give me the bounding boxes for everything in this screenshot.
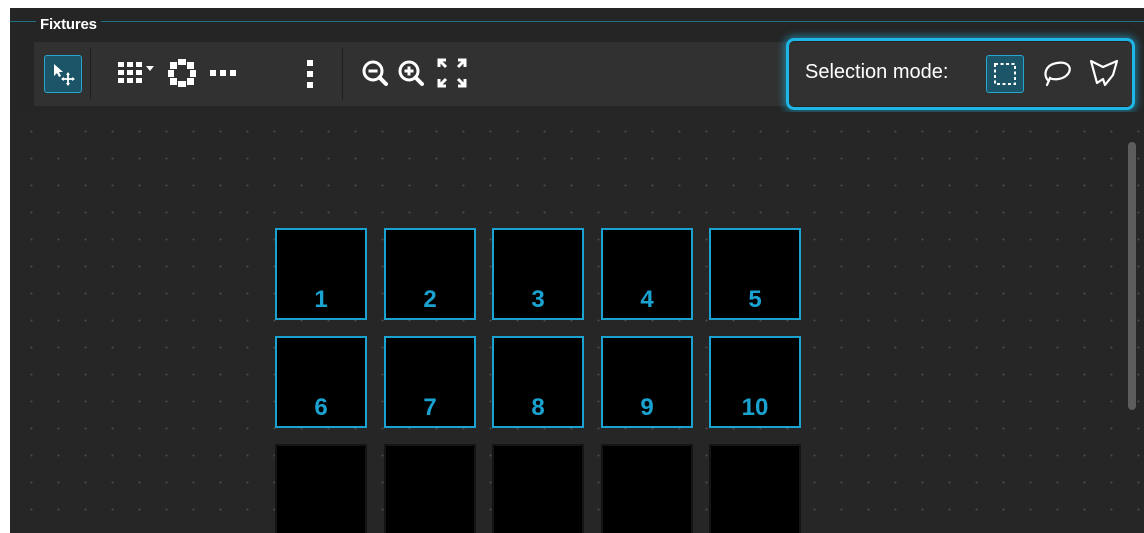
lasso-select-icon: [1041, 57, 1075, 89]
fixture-cell[interactable]: [384, 444, 476, 533]
fixture-canvas[interactable]: 1 2 3 4 5 6 7 8 9 10: [10, 112, 1144, 533]
panel-title: Fixtures: [36, 16, 101, 33]
zoom-fit-button[interactable]: [432, 56, 472, 90]
grid-layout-button[interactable]: [116, 56, 158, 90]
fixture-cell[interactable]: [709, 444, 801, 533]
fixtures-panel: Fixtures Selection mode: 1 2 3 4 5 6 7 8…: [10, 8, 1144, 533]
fixture-number: 9: [640, 394, 654, 421]
circle-layout-button[interactable]: [164, 56, 200, 90]
fixture-number: 1: [314, 286, 328, 313]
rectangle-select-icon: [991, 60, 1019, 88]
zoom-fit-icon: [435, 56, 469, 90]
zoom-out-icon: [360, 58, 390, 88]
fixture-cell[interactable]: 10: [709, 336, 801, 428]
fixture-cell[interactable]: [601, 444, 693, 533]
fixture-number: 3: [531, 286, 545, 313]
fixture-cell[interactable]: 9: [601, 336, 693, 428]
title-divider: [10, 21, 1144, 22]
horizontal-line-layout-button[interactable]: [206, 56, 240, 90]
fixture-number: 6: [314, 394, 328, 421]
select-move-icon: [49, 60, 77, 88]
rectangle-select-button[interactable]: [986, 55, 1024, 93]
fixture-number: 10: [741, 394, 769, 421]
fixture-number: 4: [640, 286, 654, 313]
fixture-number: 7: [423, 394, 437, 421]
polygon-select-icon: [1087, 57, 1121, 89]
zoom-in-icon: [396, 58, 426, 88]
fixture-cell[interactable]: [492, 444, 584, 533]
zoom-out-button[interactable]: [358, 56, 392, 90]
fixture-number: 2: [423, 286, 437, 313]
selection-mode-group: Selection mode:: [786, 38, 1135, 110]
fixture-cell[interactable]: [275, 444, 367, 533]
grid-layout-dropdown-icon: [116, 56, 158, 90]
horizontal-line-layout-icon: [208, 56, 238, 90]
selection-mode-label: Selection mode:: [805, 61, 949, 83]
fixture-cell[interactable]: 4: [601, 228, 693, 320]
vertical-line-layout-button[interactable]: [300, 56, 320, 92]
fixture-cell[interactable]: 5: [709, 228, 801, 320]
fixture-cell[interactable]: 3: [492, 228, 584, 320]
fixture-cell[interactable]: 2: [384, 228, 476, 320]
zoom-in-button[interactable]: [394, 56, 428, 90]
fixture-cell[interactable]: 8: [492, 336, 584, 428]
vertical-line-layout-icon: [304, 56, 316, 92]
toolbar-separator: [342, 48, 343, 100]
fixture-number: 5: [748, 286, 762, 313]
fixture-cell[interactable]: 6: [275, 336, 367, 428]
select-move-button[interactable]: [44, 55, 82, 93]
fixture-number: 8: [531, 394, 545, 421]
lasso-select-button[interactable]: [1039, 55, 1077, 91]
fixture-cell[interactable]: 1: [275, 228, 367, 320]
toolbar-separator: [90, 48, 91, 100]
fixture-cell[interactable]: 7: [384, 336, 476, 428]
polygon-select-button[interactable]: [1085, 55, 1123, 91]
circle-layout-icon: [165, 56, 199, 90]
vertical-scrollbar[interactable]: [1128, 142, 1136, 410]
